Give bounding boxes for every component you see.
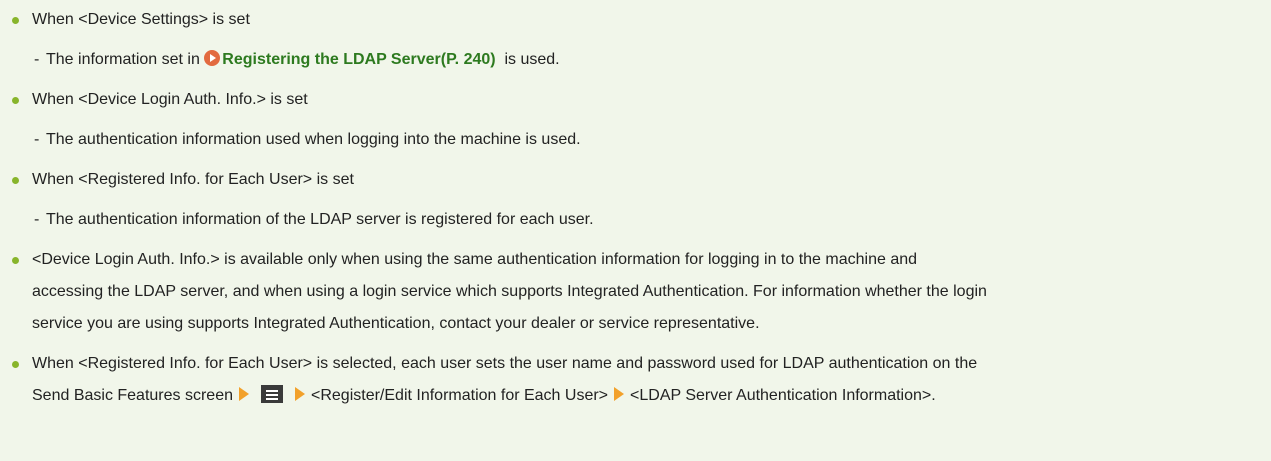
list-item: When <Device Login Auth. Info.> is set [0, 86, 1271, 114]
sub-item-text: The authentication information used when… [46, 131, 581, 148]
document-content: When <Device Settings> is set - The info… [0, 0, 1271, 410]
note-item: When <Registered Info. for Each User> is… [0, 350, 1271, 410]
bullet-icon [12, 257, 19, 264]
sub-item-suffix: is used. [495, 51, 560, 68]
sub-item: - The authentication information of the … [0, 206, 1271, 234]
bullet-icon [12, 177, 19, 184]
sub-item-text: The authentication information of the LD… [46, 211, 594, 228]
list-item-text: When <Registered Info. for Each User> is… [32, 171, 354, 188]
bullet-icon [12, 97, 19, 104]
menu-icon [261, 385, 283, 403]
list-item-text: When <Device Settings> is set [32, 11, 250, 28]
dash-marker: - [34, 131, 40, 148]
send-basic-features-text: Send Basic Features screen [32, 387, 233, 404]
ldap-auth-info-text: <LDAP Server Authentication Information>… [630, 387, 936, 404]
ldap-server-link[interactable]: Registering the LDAP Server(P. 240) [204, 50, 496, 68]
list-item: When <Device Settings> is set [0, 6, 1271, 34]
note-item: <Device Login Auth. Info.> is available … [0, 246, 1271, 338]
right-arrow-icon [239, 387, 249, 401]
sub-item-prefix: The information set in [46, 51, 205, 68]
sub-item: - The authentication information used wh… [0, 126, 1271, 154]
dash-marker: - [34, 51, 40, 68]
note-line: Send Basic Features screen <Register/Edit… [32, 382, 1271, 410]
note-line: <Device Login Auth. Info.> is available … [32, 251, 918, 268]
sub-item: - The information set in Registering the… [0, 46, 1271, 74]
right-arrow-icon [295, 387, 305, 401]
note-line: service you are using supports Integrate… [32, 315, 760, 332]
list-item: When <Registered Info. for Each User> is… [0, 166, 1271, 194]
right-arrow-icon [614, 387, 625, 401]
ldap-server-link-text: Registering the LDAP Server(P. 240) [222, 51, 496, 68]
register-edit-text: <Register/Edit Information for Each User… [311, 387, 609, 404]
bullet-icon [12, 17, 19, 24]
note-line: When <Registered Info. for Each User> is… [32, 355, 978, 372]
circle-arrow-icon [204, 50, 221, 66]
note-line: accessing the LDAP server, and when usin… [32, 283, 987, 300]
bullet-icon [12, 361, 19, 368]
dash-marker: - [34, 211, 40, 228]
list-item-text: When <Device Login Auth. Info.> is set [32, 91, 308, 108]
